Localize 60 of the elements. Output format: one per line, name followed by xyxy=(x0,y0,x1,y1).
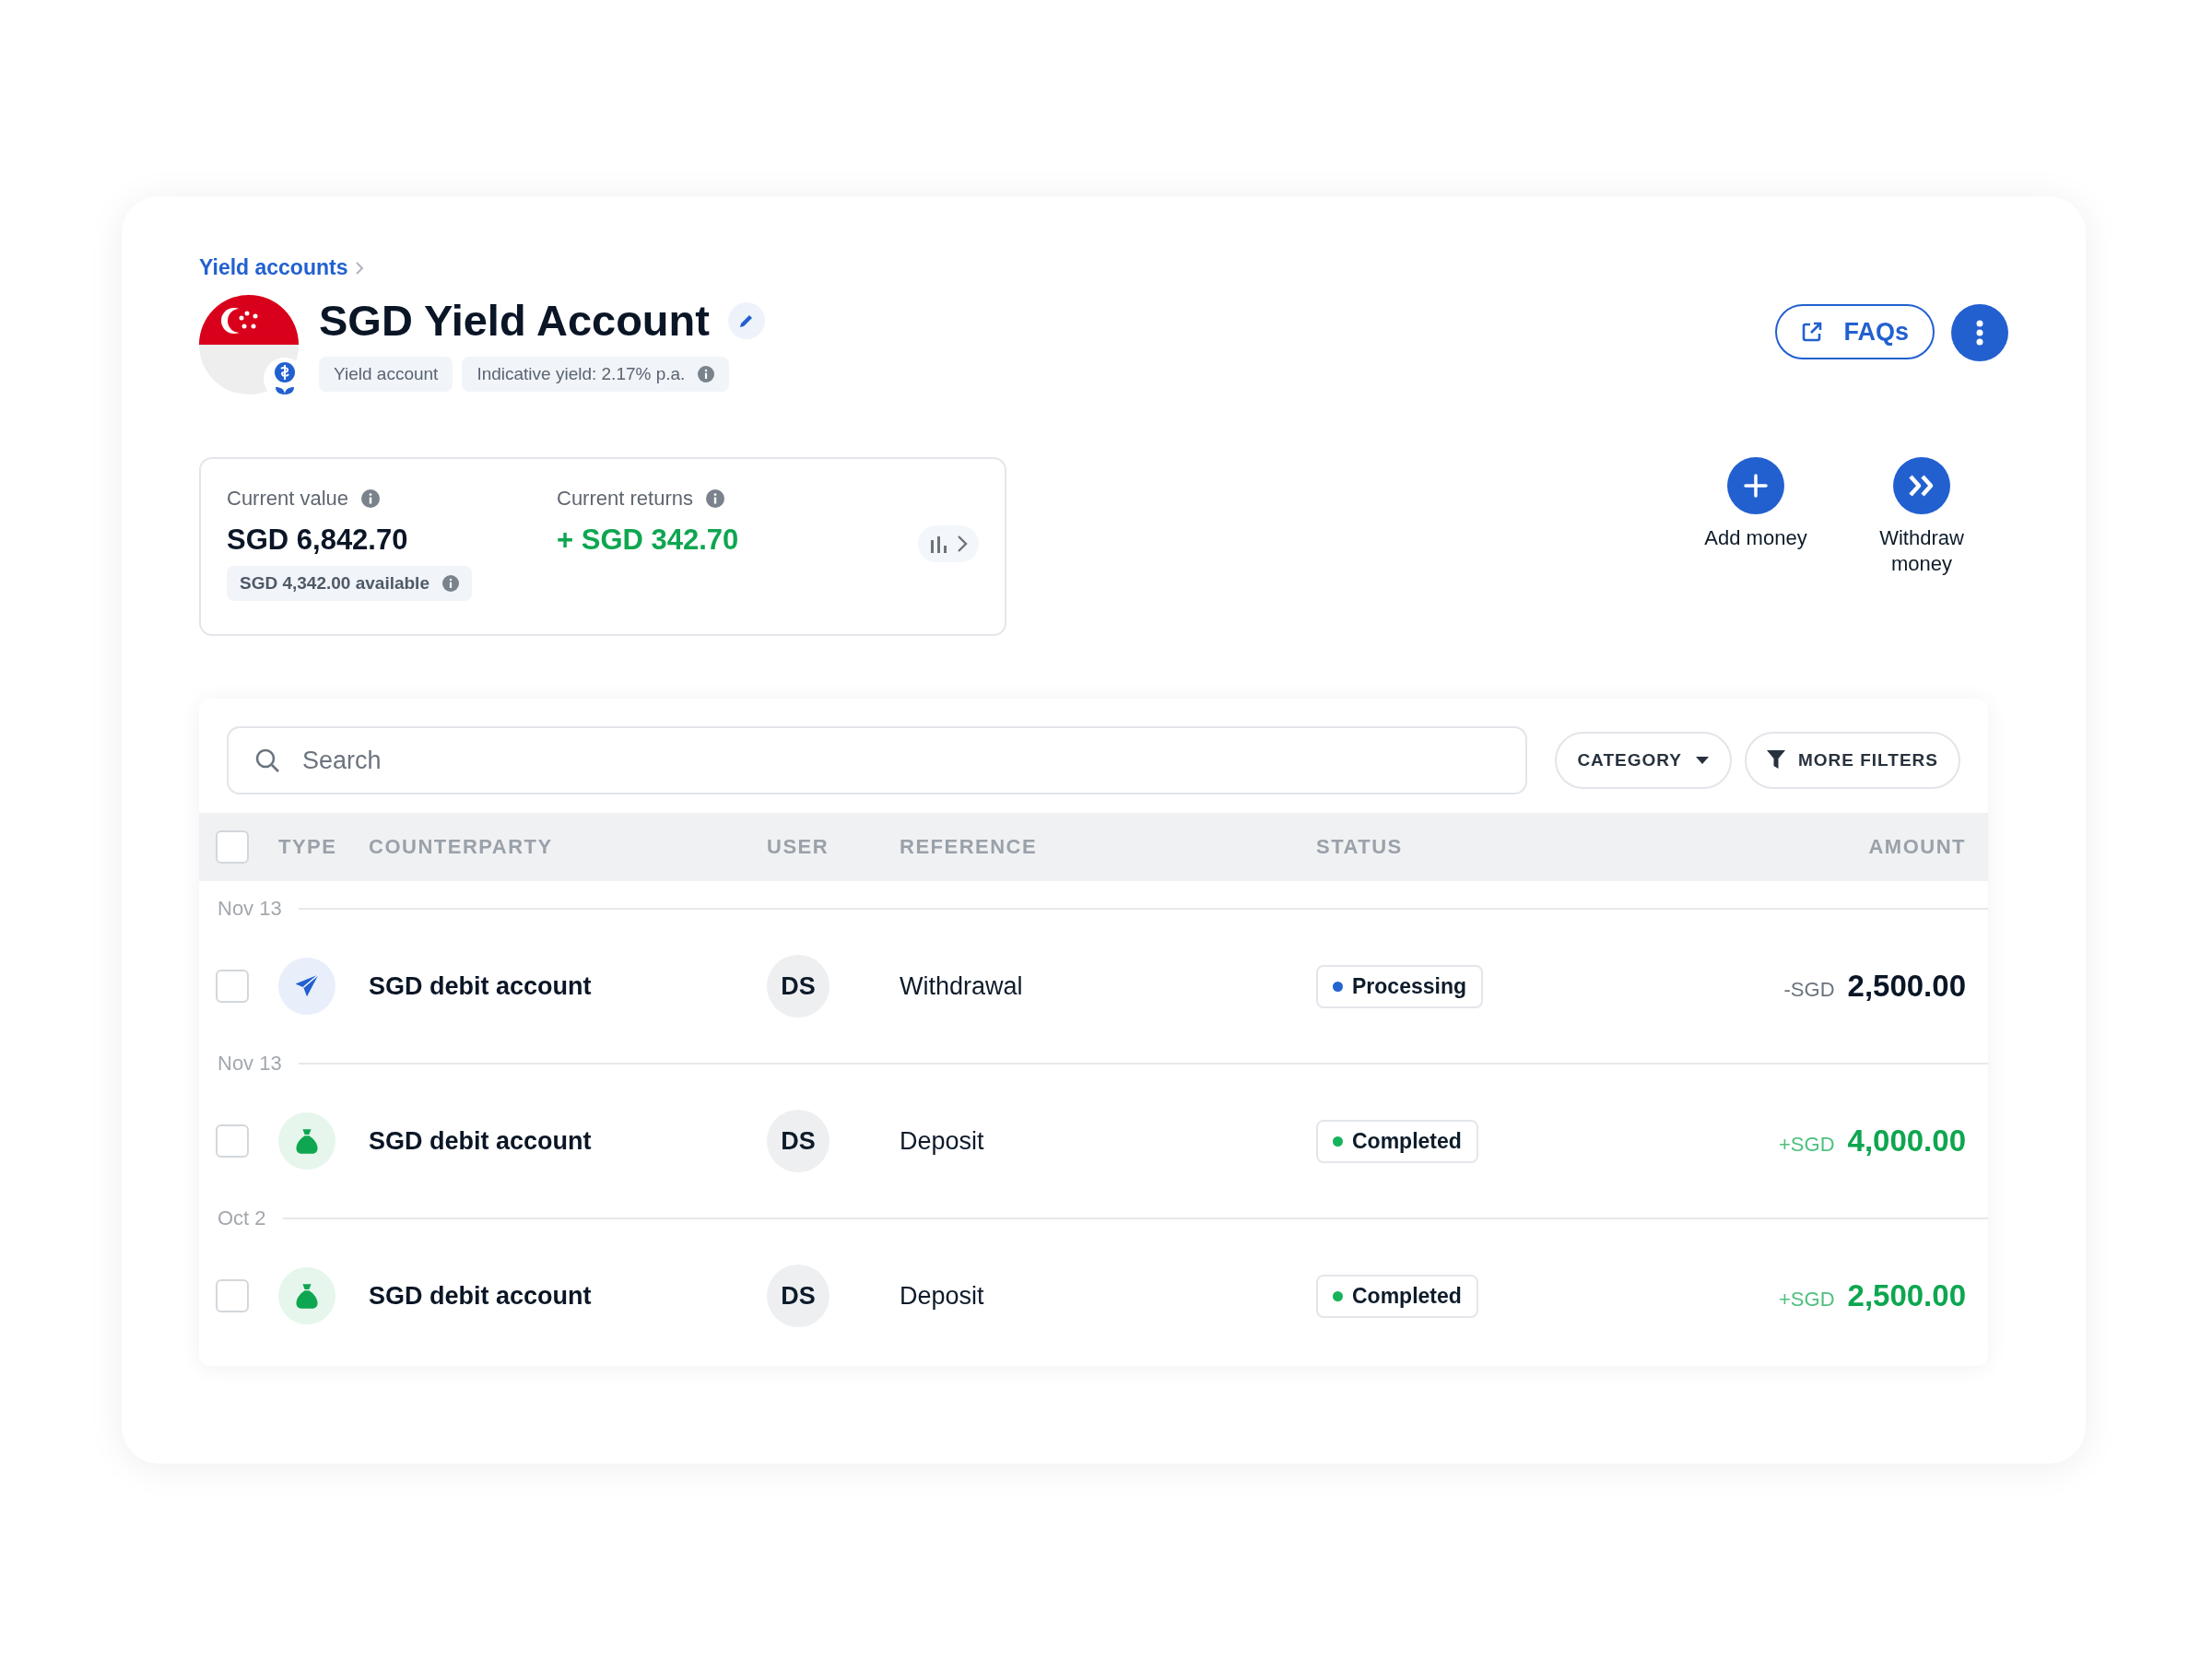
chevron-right-icon xyxy=(355,260,365,276)
caret-icon xyxy=(1694,756,1710,765)
account-type-tag: Yield account xyxy=(319,357,453,392)
counterparty-name: SGD debit account xyxy=(369,971,593,1001)
row-checkbox[interactable] xyxy=(216,1124,249,1158)
column-header: TYPE xyxy=(278,835,338,859)
amount-value: 2,500.00 xyxy=(1847,1278,1966,1313)
status-text: Processing xyxy=(1352,973,1466,999)
chevron-right-icon xyxy=(957,535,968,553)
chart-button[interactable] xyxy=(918,525,979,562)
reference-text: Deposit xyxy=(900,1126,985,1156)
date-label: Nov 13 xyxy=(218,1052,282,1076)
user-avatar: DS xyxy=(767,955,830,1018)
column-header: STATUS xyxy=(1316,835,1404,859)
filter-button[interactable]: MORE FILTERS xyxy=(1744,732,1960,789)
bar-chart-icon xyxy=(929,535,949,553)
column-header: COUNTERPARTY xyxy=(369,835,554,859)
breadcrumb-link[interactable]: Yield accounts xyxy=(199,255,365,280)
reference-text: Deposit xyxy=(900,1281,985,1311)
column-header: USER xyxy=(767,835,830,859)
current-value-amount: SGD 6,842.70 xyxy=(227,524,409,557)
currency-sign: -SGD xyxy=(1783,978,1835,1002)
user-avatar: DS xyxy=(767,1265,830,1327)
info-icon[interactable] xyxy=(698,366,715,382)
filter-icon xyxy=(1766,750,1785,771)
currency-sign: +SGD xyxy=(1779,1133,1835,1157)
quick-action-button[interactable]: Withdraw money xyxy=(1857,457,1986,636)
amount-value: 2,500.00 xyxy=(1847,969,1966,1004)
status-text: Completed xyxy=(1352,1128,1462,1154)
tag-text: Indicative yield: 2.17% p.a. xyxy=(477,364,686,384)
current-returns-label: Current returns xyxy=(557,487,693,511)
faqs-button[interactable]: FAQs xyxy=(1775,304,1935,359)
reference-text: Withdrawal xyxy=(900,971,1024,1001)
row-checkbox[interactable] xyxy=(216,1279,249,1312)
user-avatar: DS xyxy=(767,1110,830,1172)
counterparty-name: SGD debit account xyxy=(369,1126,593,1156)
available-balance-text: SGD 4,342.00 available xyxy=(240,573,429,594)
info-icon[interactable] xyxy=(361,489,381,508)
search-icon xyxy=(254,747,280,773)
info-icon[interactable] xyxy=(441,575,459,592)
amount-value: 4,000.00 xyxy=(1847,1124,1966,1159)
row-checkbox[interactable] xyxy=(216,970,249,1003)
account-title: SGD Yield Account xyxy=(319,295,710,346)
column-header: AMOUNT xyxy=(1867,835,1966,859)
status-text: Completed xyxy=(1352,1283,1462,1309)
date-label: Nov 13 xyxy=(218,897,282,921)
plus-icon xyxy=(1742,472,1770,500)
current-value-label: Current value xyxy=(227,487,349,511)
counterparty-name: SGD debit account xyxy=(369,1281,593,1311)
info-icon[interactable] xyxy=(705,489,724,508)
category-dropdown[interactable]: CATEGORY xyxy=(1555,732,1732,789)
external-link-icon xyxy=(1801,321,1824,343)
quick-action-button[interactable]: Add money xyxy=(1691,457,1820,636)
date-label: Oct 2 xyxy=(218,1206,266,1230)
currency-sign: +SGD xyxy=(1779,1288,1835,1312)
current-returns-amount: + SGD 342.70 xyxy=(557,524,740,557)
select-all-checkbox[interactable] xyxy=(216,830,249,864)
more-vertical-icon xyxy=(1976,320,1983,346)
column-header: REFERENCE xyxy=(900,835,1039,859)
search-field[interactable]: Search xyxy=(227,726,1528,794)
